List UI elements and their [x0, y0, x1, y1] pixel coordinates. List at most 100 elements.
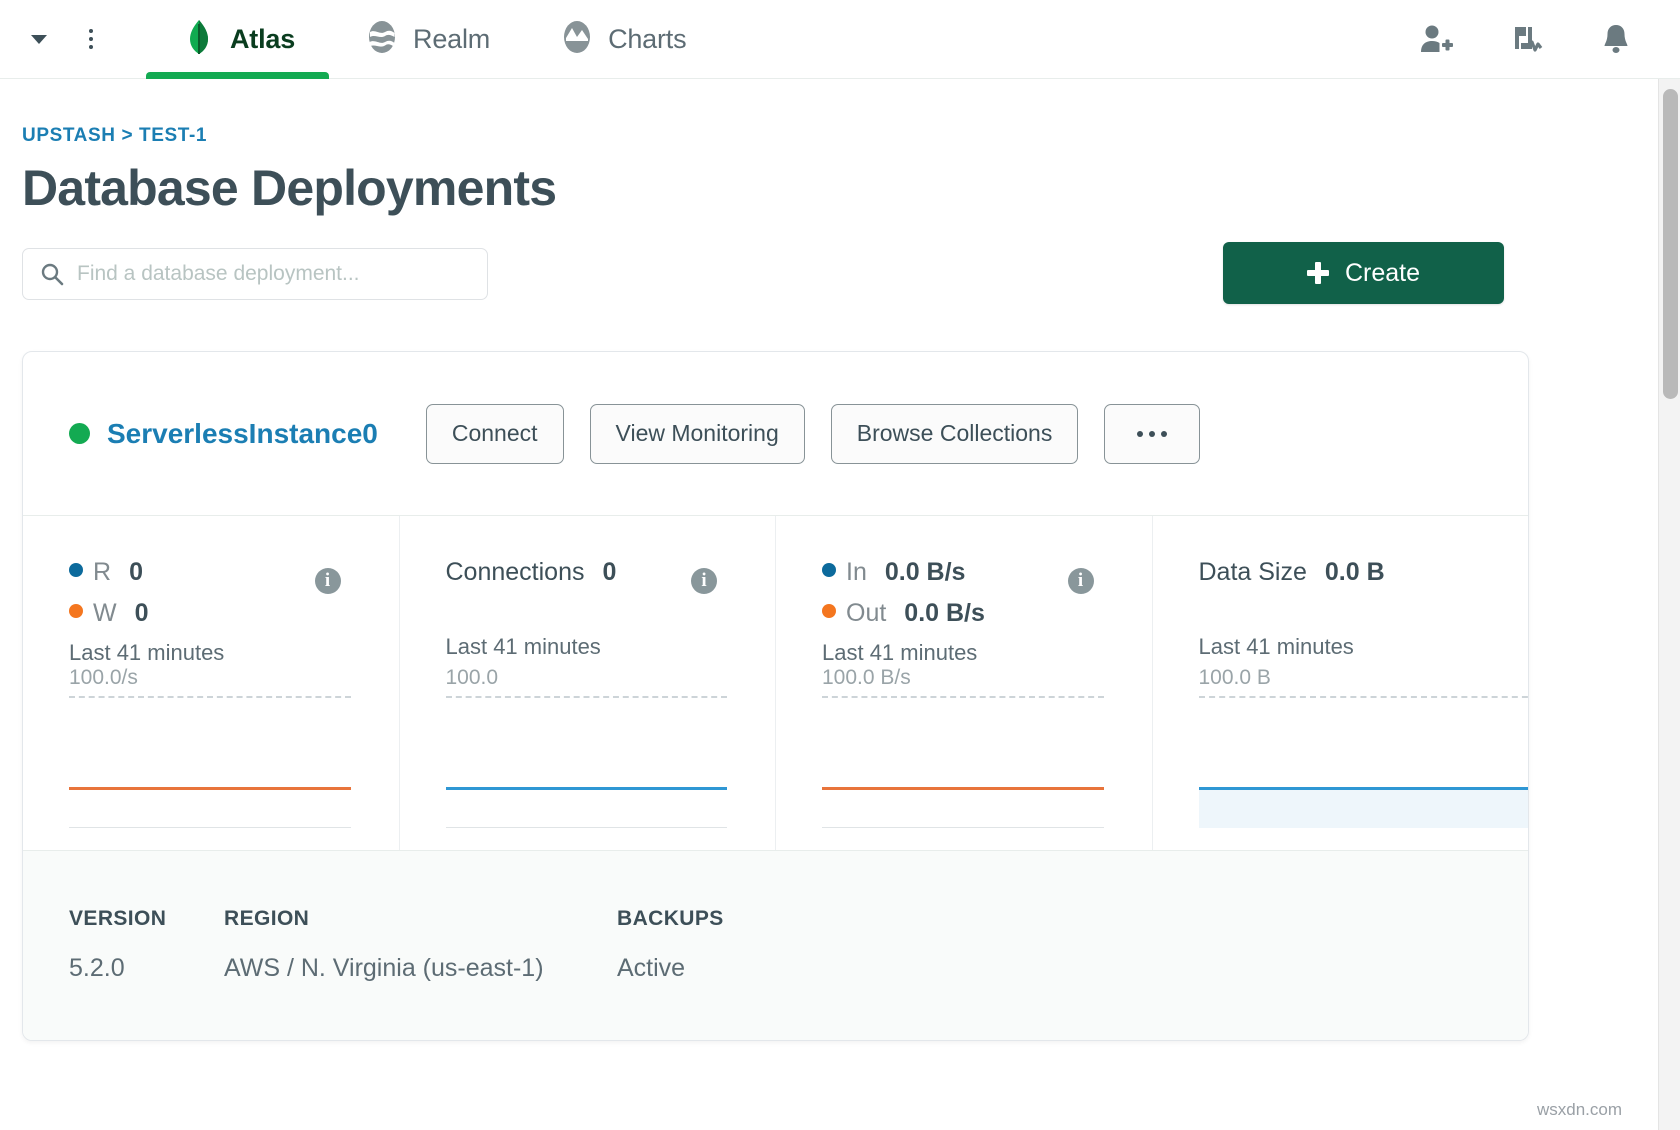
metric-label-read: R: [93, 558, 111, 587]
page-title: Database Deployments: [22, 159, 556, 217]
more-options-button[interactable]: [1104, 404, 1200, 464]
invite-user-icon[interactable]: [1418, 21, 1454, 57]
ellipsis-icon: [1137, 431, 1143, 437]
tab-atlas-label: Atlas: [230, 24, 295, 55]
chart-connections: 100.0: [446, 696, 728, 828]
search-box[interactable]: [22, 248, 488, 300]
create-button-label: Create: [1345, 259, 1420, 288]
metric-connections: Connections 0 Last 41 minutes i 100.0: [399, 516, 776, 850]
metric-network: In 0.0 B/s Out 0.0 B/s Last 41 minutes i…: [775, 516, 1152, 850]
chart-axis-bottom: [446, 827, 728, 828]
breadcrumb[interactable]: UPSTASH > TEST-1: [22, 125, 207, 147]
chart-series-connections-line: [446, 787, 728, 790]
tab-charts-label: Charts: [608, 24, 686, 55]
nav-actions: [1418, 21, 1634, 57]
metric-legend-read: R 0: [69, 558, 399, 587]
tab-charts[interactable]: Charts: [524, 0, 720, 79]
metric-label-data-size: Data Size: [1199, 558, 1307, 587]
browse-collections-button[interactable]: Browse Collections: [831, 404, 1079, 464]
metric-legend-in: In 0.0 B/s: [822, 558, 1152, 587]
realm-icon: [363, 18, 401, 61]
chart-axis-max-data-size: 100.0 B: [1199, 666, 1271, 690]
charts-icon: [558, 18, 596, 61]
page-body: UPSTASH > TEST-1 Database Deployments Cr…: [0, 79, 1658, 1130]
metric-label-out: Out: [846, 599, 886, 628]
info-icon[interactable]: i: [1068, 568, 1094, 594]
chart-network: 100.0 B/s: [822, 696, 1104, 828]
tab-realm-label: Realm: [413, 24, 490, 55]
legend-dot-read: [69, 563, 83, 577]
metric-value-out: 0.0 B/s: [904, 599, 985, 628]
legend-dot-out: [822, 604, 836, 618]
scrollbar-thumb[interactable]: [1663, 89, 1678, 399]
chevron-down-icon: [31, 35, 47, 44]
chart-axis-max-read-write: 100.0/s: [69, 666, 138, 690]
search-input[interactable]: [77, 262, 467, 286]
chart-series-out-line: [822, 787, 1104, 790]
metric-legend-connections: Connections 0: [446, 558, 776, 587]
plus-icon: [1307, 262, 1329, 284]
chart-read-write: 100.0/s: [69, 696, 351, 828]
footer-backups: BACKUPS Active: [617, 907, 724, 1041]
legend-dot-write: [69, 604, 83, 618]
metric-value-read: 0: [129, 558, 143, 587]
kebab-menu-icon[interactable]: [74, 22, 108, 56]
footer-region: REGION AWS / N. Virginia (us-east-1): [224, 907, 617, 1041]
chart-gridline: [822, 696, 1104, 698]
chart-axis-bottom: [69, 827, 351, 828]
chart-gridline: [69, 696, 351, 698]
product-tabs: Atlas Realm Charts: [146, 0, 720, 79]
org-switcher-caret[interactable]: [26, 26, 52, 52]
metric-range-data-size: Last 41 minutes: [1199, 634, 1529, 660]
metric-value-write: 0: [135, 599, 149, 628]
metric-data-size: Data Size 0.0 B Last 41 minutes 100.0 B: [1152, 516, 1529, 850]
footer-version: VERSION 5.2.0: [69, 907, 224, 1041]
page-scrollbar[interactable]: [1658, 79, 1680, 1130]
footer-version-value: 5.2.0: [69, 954, 224, 983]
chart-data-size: 100.0 B: [1199, 696, 1530, 828]
chart-axis-bottom: [822, 827, 1104, 828]
chart-gridline: [446, 696, 728, 698]
footer-backups-value: Active: [617, 954, 724, 983]
deployment-card-footer: VERSION 5.2.0 REGION AWS / N. Virginia (…: [23, 851, 1528, 1041]
metric-legend-data-size: Data Size 0.0 B: [1199, 558, 1529, 587]
footer-region-label: REGION: [224, 907, 617, 931]
metric-value-in: 0.0 B/s: [885, 558, 966, 587]
metric-label-connections: Connections: [446, 558, 585, 587]
ellipsis-icon: [1161, 431, 1167, 437]
bell-notification-icon[interactable]: [1598, 21, 1634, 57]
metric-label-write: W: [93, 599, 117, 628]
deployment-card-header: ServerlessInstance0 Connect View Monitor…: [23, 352, 1528, 516]
create-button[interactable]: Create: [1223, 242, 1504, 304]
metrics-row: R 0 W 0 Last 41 minutes i 100.0/s: [23, 516, 1528, 851]
activity-feed-icon[interactable]: [1508, 21, 1544, 57]
chart-series-data-size-fill: [1199, 790, 1530, 828]
atlas-leaf-icon: [180, 18, 218, 61]
tab-realm[interactable]: Realm: [329, 0, 524, 79]
connect-button[interactable]: Connect: [426, 404, 564, 464]
metric-range-network: Last 41 minutes: [822, 640, 1152, 666]
chart-axis-max-connections: 100.0: [446, 666, 499, 690]
view-monitoring-button[interactable]: View Monitoring: [590, 404, 805, 464]
legend-dot-in: [822, 563, 836, 577]
metric-value-data-size: 0.0 B: [1325, 558, 1385, 587]
status-indicator-dot: [69, 423, 90, 444]
metric-value-connections: 0: [602, 558, 616, 587]
metric-range-connections: Last 41 minutes: [446, 634, 776, 660]
tab-atlas[interactable]: Atlas: [146, 0, 329, 79]
footer-region-value: AWS / N. Virginia (us-east-1): [224, 954, 617, 983]
metric-legend-out: Out 0.0 B/s: [822, 599, 1152, 628]
deployment-card: ServerlessInstance0 Connect View Monitor…: [22, 351, 1529, 1041]
metric-read-write: R 0 W 0 Last 41 minutes i 100.0/s: [23, 516, 399, 850]
chart-series-write-line: [69, 787, 351, 790]
chart-gridline: [1199, 696, 1530, 698]
footer-backups-label: BACKUPS: [617, 907, 724, 931]
info-icon[interactable]: i: [315, 568, 341, 594]
info-icon[interactable]: i: [691, 568, 717, 594]
metric-label-in: In: [846, 558, 867, 587]
chart-axis-max-network: 100.0 B/s: [822, 666, 911, 690]
deployment-name-link[interactable]: ServerlessInstance0: [107, 418, 378, 450]
metric-range-read-write: Last 41 minutes: [69, 640, 399, 666]
metric-legend-write: W 0: [69, 599, 399, 628]
ellipsis-icon: [1149, 431, 1155, 437]
